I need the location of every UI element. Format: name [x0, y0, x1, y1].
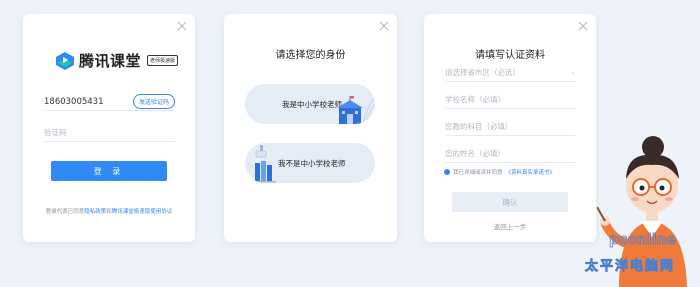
region-select[interactable]: 请选择省市区（必选） ⌄ [445, 64, 575, 82]
service-agreement-link[interactable]: 腾讯课堂极速版使用协议 [112, 209, 173, 215]
identity-title: 请选择您的身份 [275, 50, 346, 61]
pconline-watermark: pconline 太平洋电脑网 [584, 232, 677, 275]
chevron-down-icon[interactable]: ⌄ [570, 69, 575, 76]
name-field[interactable]: 您的姓名（必填） [445, 145, 575, 163]
privacy-policy-link[interactable]: 隐私政策 [84, 209, 106, 215]
verification-code-field[interactable]: 验证码 [44, 124, 175, 142]
back-button[interactable]: 返回上一步 [424, 221, 596, 231]
school-name-placeholder: 学校名称（必填） [445, 95, 505, 104]
region-placeholder: 请选择省市区（必选） [445, 68, 520, 77]
phone-value[interactable]: 18603005431 [44, 97, 104, 107]
books-illustration [252, 145, 276, 183]
role-not-teacher-label: 我不是中小学校老师 [278, 158, 346, 168]
role-not-teacher-button[interactable]: 我不是中小学校老师 [245, 143, 375, 183]
verification-code-placeholder: 验证码 [44, 128, 67, 137]
watermark-subtext: 太平洋电脑网 [584, 258, 675, 274]
role-teacher-button[interactable]: 我是中小学校老师 [245, 84, 375, 124]
info-title: 请填写认证资料 [475, 50, 545, 61]
school-name-field[interactable]: 学校名称（必填） [445, 91, 575, 109]
close-icon[interactable] [378, 20, 390, 32]
login-card: 腾讯课堂 老师极速版 18603005431 发送验证码 验证码 登 录 登录代… [23, 14, 195, 242]
send-code-button[interactable]: 发送验证码 [132, 94, 175, 109]
brand-name: 腾讯课堂 [79, 52, 142, 70]
watermark-text: pconline [609, 232, 676, 248]
identity-card: 请选择您的身份 我是中小学校老师 我不是中小学校老师 [224, 14, 397, 242]
agreement-prefix: 登录代表已同意 [45, 209, 85, 215]
commitment-agreement: 我已详细阅读并同意 《资料真实承诺书》 [444, 168, 555, 176]
close-icon[interactable] [176, 20, 188, 32]
login-agreement: 登录代表已同意隐私政策和腾讯课堂极速版使用协议 [23, 207, 195, 215]
phone-field[interactable]: 18603005431 发送验证码 [44, 93, 175, 111]
subject-field[interactable]: 您教的科目（必填） [445, 118, 575, 136]
info-card: 请填写认证资料 请选择省市区（必选） ⌄ 学校名称（必填） 您教的科目（必填） … [424, 14, 596, 242]
login-button[interactable]: 登 录 [51, 161, 167, 181]
close-icon[interactable] [577, 20, 589, 32]
check-icon[interactable] [444, 169, 450, 175]
brand-logo: 腾讯课堂 老师极速版 [55, 50, 179, 71]
tencent-logo-icon [56, 51, 74, 70]
edition-badge: 老师极速版 [147, 55, 179, 66]
subject-placeholder: 您教的科目（必填） [445, 122, 513, 131]
confirm-button[interactable]: 确认 [452, 192, 568, 212]
school-building-illustration [337, 96, 375, 124]
name-placeholder: 您的姓名（必填） [445, 149, 505, 158]
commitment-link[interactable]: 《资料真实承诺书》 [506, 168, 556, 176]
commitment-prefix: 我已详细阅读并同意 [453, 170, 503, 176]
